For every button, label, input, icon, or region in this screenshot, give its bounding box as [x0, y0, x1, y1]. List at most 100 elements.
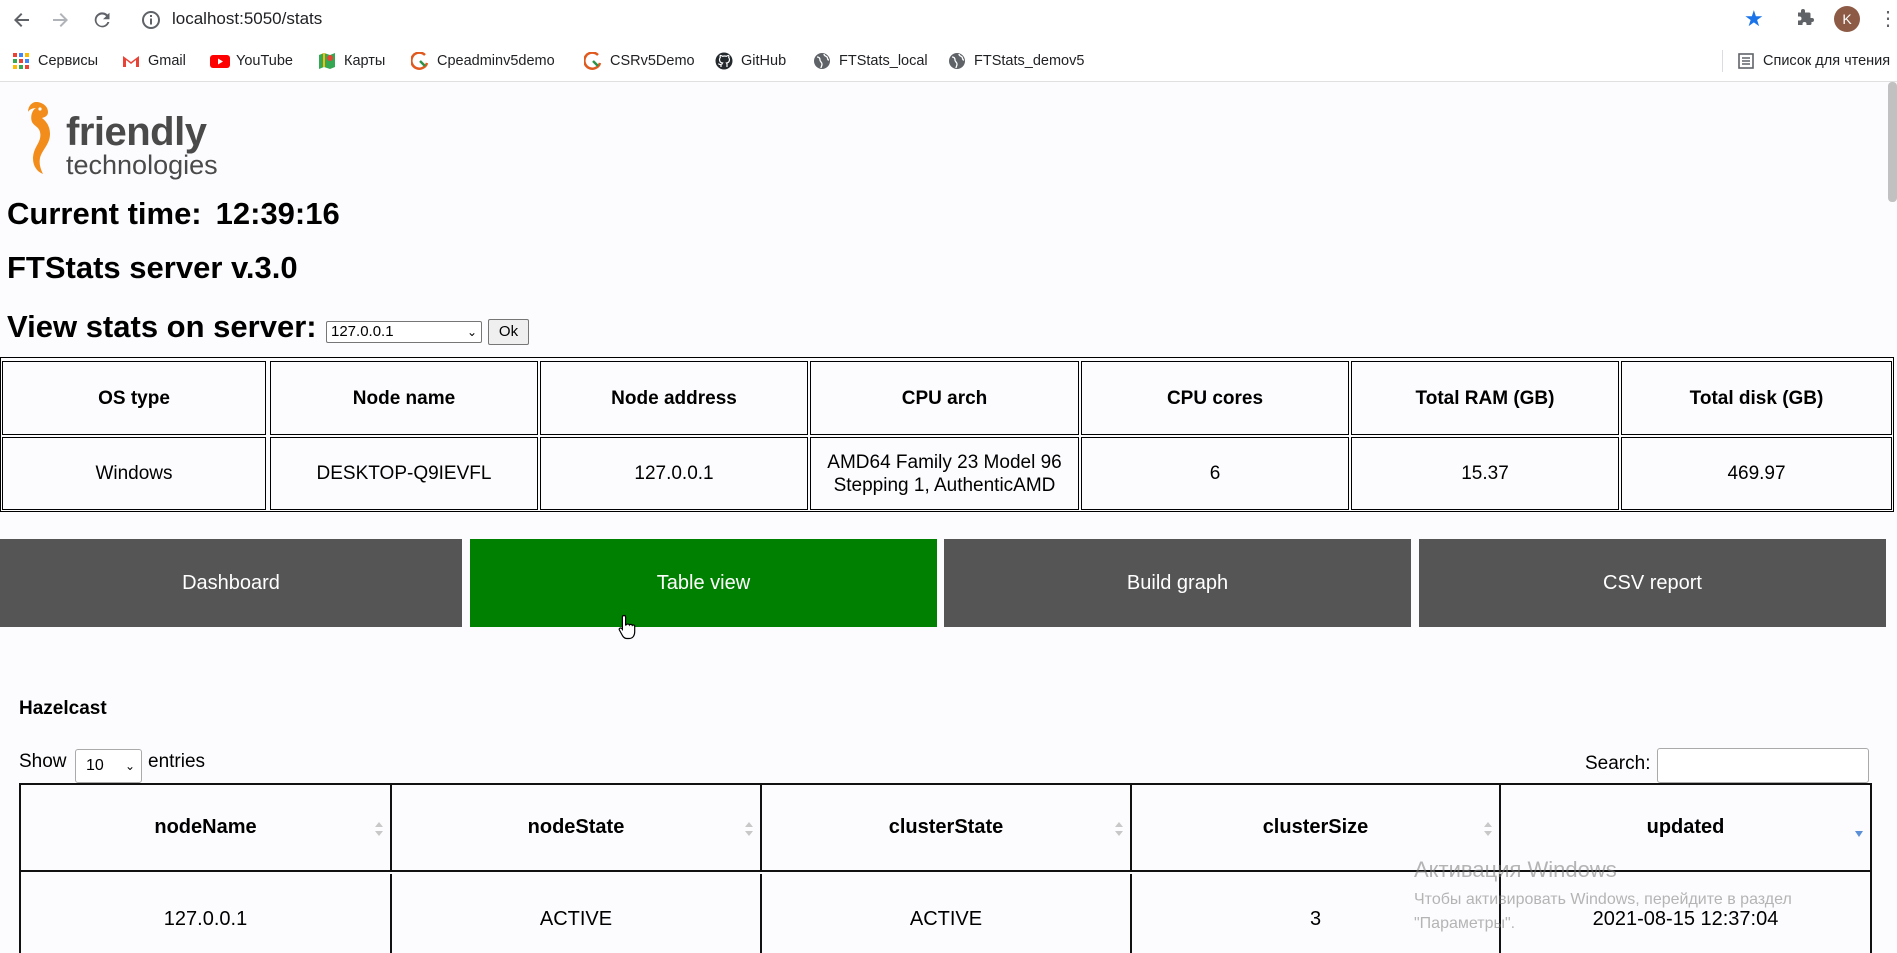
- table-header-cell: OS type: [2, 361, 266, 435]
- bookmark-label: YouTube: [236, 53, 293, 69]
- bookmark-star-icon[interactable]: ★: [1744, 6, 1764, 32]
- tab-build-graph[interactable]: Build graph: [944, 539, 1411, 627]
- sort-both-icon: [375, 822, 383, 836]
- activation-watermark-title: Активация Windows: [1414, 857, 1617, 882]
- entries-select[interactable]: 10 ⌄: [75, 749, 142, 783]
- extensions-icon[interactable]: [1795, 8, 1817, 30]
- globe-icon: [948, 52, 966, 70]
- section-title: Hazelcast: [19, 698, 107, 719]
- company-logo: friendly technologies: [22, 100, 242, 180]
- site-icon: [410, 51, 429, 70]
- site-info-icon[interactable]: [140, 9, 162, 31]
- reload-icon[interactable]: [89, 7, 115, 33]
- table-cell: DESKTOP-Q9IEVFL: [270, 437, 538, 510]
- reading-list-icon: [1737, 52, 1755, 70]
- search-input[interactable]: [1657, 748, 1869, 783]
- bookmark-github[interactable]: GitHub: [715, 50, 786, 72]
- tab-csv-report[interactable]: CSV report: [1419, 539, 1886, 627]
- table-cell: ACTIVE: [392, 874, 762, 953]
- bookmark-label: GitHub: [741, 53, 787, 69]
- column-header-label: clusterState: [888, 816, 1004, 838]
- view-stats-label: View stats on server:: [7, 309, 317, 344]
- table-header-cell: Node name: [270, 361, 538, 435]
- bookmark-label: Карты: [344, 53, 386, 69]
- table-cell: 469.97: [1621, 437, 1892, 510]
- youtube-icon: [210, 52, 230, 70]
- hand-cursor-icon: [618, 614, 636, 640]
- github-icon: [715, 52, 733, 70]
- server-select-value: 127.0.0.1: [331, 323, 394, 340]
- column-header-label: nodeName: [154, 816, 257, 838]
- profile-avatar[interactable]: K: [1834, 6, 1860, 32]
- address-bar[interactable]: localhost:5050/stats: [172, 8, 322, 30]
- chevron-down-icon: ⌄: [124, 759, 135, 773]
- bookmark-ftstats-demov5[interactable]: FTStats_demov5: [948, 50, 1084, 72]
- bookmark-label: Gmail: [148, 53, 186, 69]
- sort-both-icon: [745, 822, 753, 836]
- table-cell: 127.0.0.1: [540, 437, 808, 510]
- bookmark-csrv5demo[interactable]: CSRv5Demo: [583, 50, 695, 72]
- bookmark-cpeadmin[interactable]: Cpeadminv5demo: [410, 50, 555, 72]
- bookmark-label: FTStats_demov5: [974, 53, 1085, 69]
- column-header-label: updated: [1646, 816, 1725, 838]
- table-header-cell: Total RAM (GB): [1351, 361, 1619, 435]
- view-tabs: Dashboard Table view Build graph CSV rep…: [0, 539, 1897, 627]
- bookmark-youtube[interactable]: YouTube: [210, 50, 293, 72]
- table-header-cell: CPU arch: [810, 361, 1079, 435]
- table-header-cell: Node address: [540, 361, 808, 435]
- page-scrollbar[interactable]: [1888, 82, 1897, 202]
- column-header-nodestate[interactable]: nodeState: [392, 785, 762, 872]
- bookmark-maps[interactable]: Карты: [318, 50, 385, 72]
- table-cell: Windows: [2, 437, 266, 510]
- table-header-cell: Total disk (GB): [1621, 361, 1892, 435]
- chevron-down-icon: ⌄: [466, 325, 477, 339]
- column-header-label: clusterSize: [1262, 816, 1369, 838]
- globe-icon: [813, 52, 831, 70]
- bookmarks-bar: Сервисы Gmail YouTube Карты Cpeadminv5de…: [0, 40, 1897, 82]
- table-cell: ACTIVE: [762, 874, 1132, 953]
- table-cell: 6: [1081, 437, 1349, 510]
- table-cell: 127.0.0.1: [21, 874, 392, 953]
- current-time-label: Current time:: [7, 196, 202, 231]
- bookmark-gmail[interactable]: Gmail: [122, 50, 186, 72]
- sort-both-icon: [1115, 822, 1123, 836]
- menu-kebab-icon[interactable]: ⋮: [1878, 6, 1897, 32]
- table-header-cell: CPU cores: [1081, 361, 1349, 435]
- server-select[interactable]: 127.0.0.1 ⌄: [326, 321, 482, 343]
- column-header-label: nodeState: [527, 816, 625, 838]
- current-time-heading: Current time: 12:39:16: [7, 196, 340, 232]
- table-cell: 15.37: [1351, 437, 1619, 510]
- bookmark-label: Cpeadminv5demo: [437, 53, 555, 69]
- bookmark-label: FTStats_local: [839, 53, 928, 69]
- page-content: friendly technologies Current time: 12:39…: [0, 82, 1897, 953]
- sort-both-icon: [1484, 822, 1492, 836]
- current-time-value: 12:39:16: [215, 196, 340, 231]
- bookmark-services[interactable]: Сервисы: [12, 50, 98, 72]
- bookmark-label: Сервисы: [38, 53, 99, 69]
- bookmark-label: CSRv5Demo: [610, 53, 695, 69]
- entries-label: entries: [148, 751, 206, 772]
- node-info-table: OS type Node name Node address CPU arch …: [0, 357, 1894, 512]
- reading-list-label: Список для чтения: [1763, 53, 1891, 69]
- logo-text-secondary: technologies: [66, 150, 218, 180]
- site-icon: [583, 51, 602, 70]
- server-version-heading: FTStats server v.3.0: [7, 250, 298, 285]
- back-arrow-icon[interactable]: [9, 7, 35, 33]
- bookmark-ftstats-local[interactable]: FTStats_local: [813, 50, 928, 72]
- tab-table-view[interactable]: Table view: [470, 539, 937, 627]
- browser-toolbar: localhost:5050/stats ★ K ⋮: [0, 0, 1897, 40]
- sort-desc-icon: [1855, 831, 1863, 837]
- column-header-nodename[interactable]: nodeName: [21, 785, 392, 872]
- forward-arrow-icon[interactable]: [47, 7, 73, 33]
- seahorse-logo-icon: [28, 102, 50, 174]
- ok-button[interactable]: Ok: [488, 319, 529, 345]
- reading-list[interactable]: Список для чтения: [1722, 50, 1890, 72]
- table-cell: AMD64 Family 23 Model 96 Stepping 1, Aut…: [810, 437, 1079, 510]
- tab-dashboard[interactable]: Dashboard: [0, 539, 462, 627]
- logo-text-primary: friendly: [66, 110, 207, 154]
- search-label: Search:: [1585, 753, 1651, 774]
- show-label: Show: [19, 751, 67, 772]
- maps-icon: [318, 52, 336, 70]
- activation-watermark-text: Чтобы активировать Windows, перейдите в …: [1414, 891, 1792, 932]
- column-header-clusterstate[interactable]: clusterState: [762, 785, 1132, 872]
